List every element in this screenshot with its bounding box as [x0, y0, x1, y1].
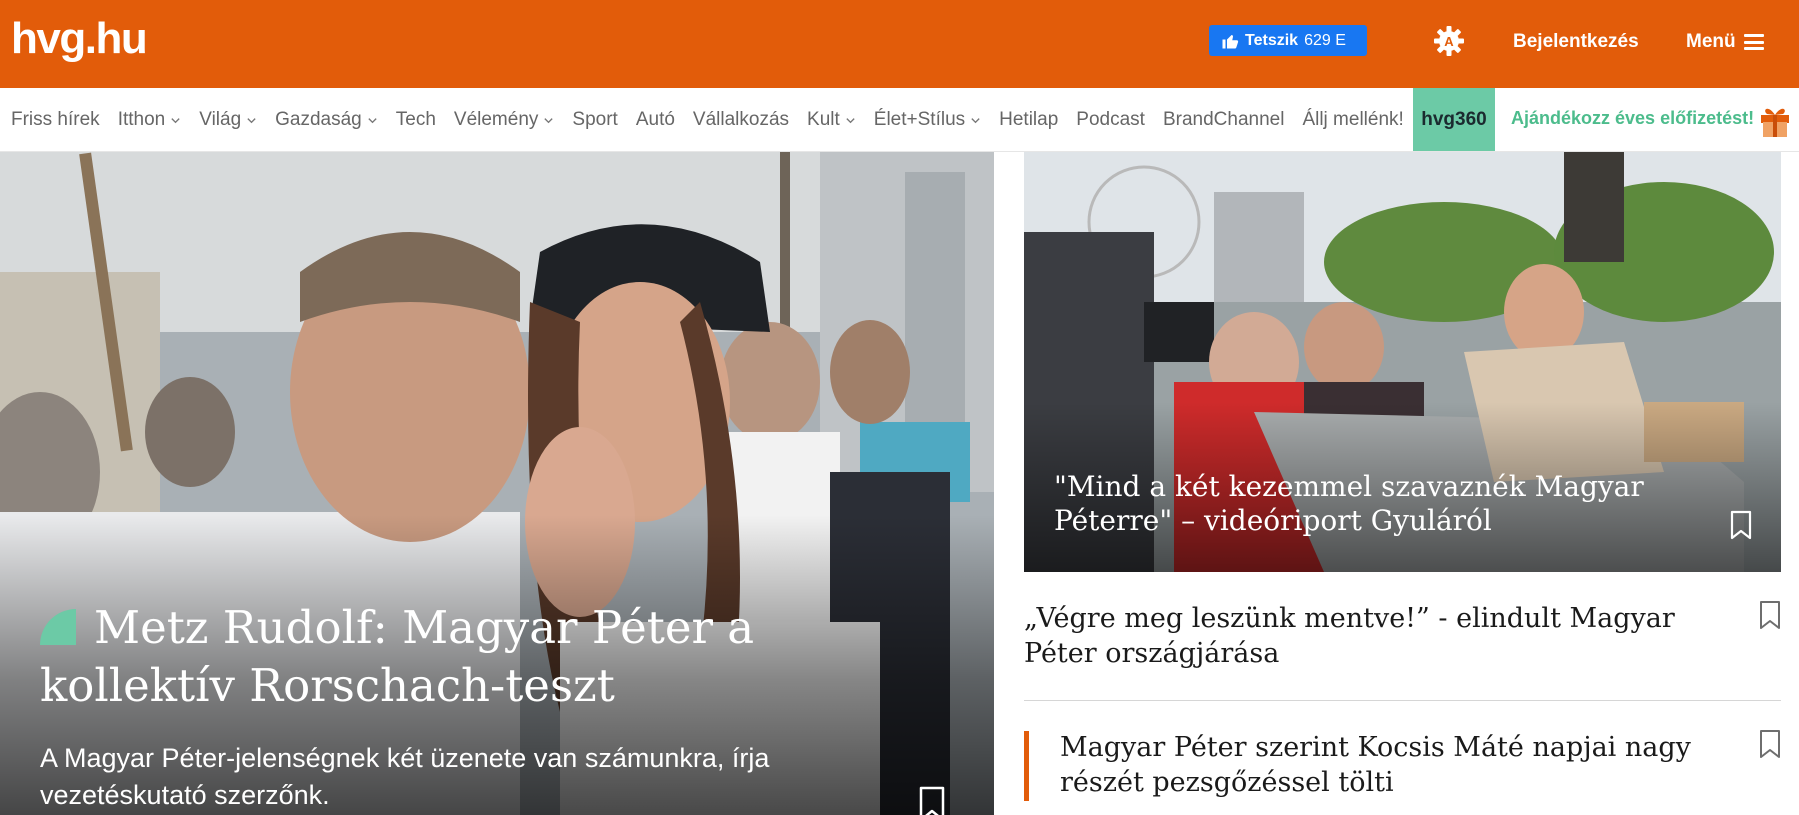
nav-item-label: BrandChannel — [1162, 108, 1285, 130]
bookmark-icon[interactable] — [1730, 510, 1752, 540]
svg-text:A: A — [1444, 34, 1454, 49]
nav-item-kult[interactable]: Kult — [798, 109, 865, 131]
article-headline[interactable]: Magyar Péter szerint Kocsis Máté napjai … — [1060, 730, 1750, 800]
lead-article-lead: A Magyar Péter-jelenségnek két üzenete v… — [40, 743, 770, 810]
bookmark-icon[interactable] — [918, 786, 946, 815]
gift-icon[interactable] — [1758, 102, 1792, 138]
top-bar: hvg.hu Tetszik 629 E A Bejelentkezés Men… — [0, 0, 1799, 88]
nav-item-élet-stílus[interactable]: Élet+Stílus — [865, 109, 990, 131]
article-headline[interactable]: „Végre meg leszünk mentve!” - elindult M… — [1024, 601, 1744, 671]
nav-item-label: Hetilap — [999, 108, 1059, 130]
like-count: 629 E — [1304, 31, 1346, 49]
featured-video-title[interactable]: "Mind a két kezemmel szavaznék Magyar Pé… — [1054, 470, 1734, 538]
featured-video-article[interactable]: "Mind a két kezemmel szavaznék Magyar Pé… — [1024, 152, 1781, 572]
category-nav: Friss hírek Itthon Világ Gazdaság Tech Vélemé… — [0, 88, 1799, 152]
nav-item-hetilap[interactable]: Hetilap — [990, 109, 1067, 131]
chevron-down-icon — [368, 118, 377, 124]
hvg360-link[interactable]: hvg360 — [1413, 88, 1495, 151]
nav-item-tech[interactable]: Tech — [387, 109, 445, 131]
nav-item-világ[interactable]: Világ — [190, 109, 266, 131]
login-link[interactable]: Bejelentkezés — [1513, 31, 1639, 53]
site-logo[interactable]: hvg.hu — [11, 14, 148, 64]
nav-item-label: Gazdaság — [275, 108, 362, 130]
chevron-down-icon — [171, 118, 180, 124]
nav-item-sport[interactable]: Sport — [563, 109, 626, 131]
nav-item-podcast[interactable]: Podcast — [1067, 109, 1154, 131]
lead-article[interactable]: Metz Rudolf: Magyar Péter a kollektív Ro… — [0, 152, 994, 815]
nav-item-itthon[interactable]: Itthon — [109, 109, 191, 131]
nav-item-label: Autó — [635, 108, 675, 130]
article-divider — [1024, 700, 1781, 701]
chevron-down-icon — [247, 118, 256, 124]
chevron-down-icon — [846, 118, 855, 124]
nav-item-label: Vállalkozás — [692, 108, 790, 130]
nav-item-label: Világ — [199, 108, 242, 130]
nav-item-label: Podcast — [1076, 108, 1145, 130]
bookmark-icon[interactable] — [1759, 600, 1781, 630]
chevron-down-icon — [971, 118, 980, 124]
nav-item-label: Tech — [395, 108, 436, 130]
lead-article-title-text: Metz Rudolf: Magyar Péter a kollektív Ro… — [40, 601, 755, 712]
nav-item-gazdaság[interactable]: Gazdaság — [266, 109, 387, 131]
nav-item-label: Friss hírek — [11, 108, 100, 130]
nav-item-label: Itthon — [117, 108, 166, 130]
nav-item-autó[interactable]: Autó — [627, 109, 684, 131]
nav-item-állj-mellénk[interactable]: Állj mellénk! — [1293, 109, 1412, 131]
chevron-down-icon — [544, 118, 554, 124]
bookmark-icon[interactable] — [1759, 729, 1781, 759]
nav-item-label: Kult — [807, 108, 840, 130]
menu-button[interactable]: Menü — [1686, 31, 1764, 53]
article-accent-bar — [1024, 731, 1029, 801]
nav-item-vélemény[interactable]: Vélemény — [445, 109, 564, 131]
nav-list: Friss hírek Itthon Világ Gazdaság Tech Vélemé… — [0, 88, 1413, 151]
nav-item-friss-hírek[interactable]: Friss hírek — [0, 109, 109, 131]
nav-item-label: Vélemény — [453, 108, 539, 130]
thumbs-up-icon — [1222, 34, 1239, 48]
nav-item-label: Állj mellénk! — [1302, 108, 1404, 130]
nav-item-label: Élet+Stílus — [873, 108, 966, 130]
like-label: Tetszik — [1245, 31, 1299, 49]
lead-article-title[interactable]: Metz Rudolf: Magyar Péter a kollektív Ro… — [40, 599, 860, 715]
facebook-like-button[interactable]: Tetszik 629 E — [1209, 25, 1367, 56]
accessibility-settings-icon[interactable]: A — [1433, 25, 1465, 57]
hamburger-icon — [1743, 34, 1764, 50]
nav-item-label: Sport — [572, 108, 618, 130]
gift-subscription-link[interactable]: Ajándékozz éves előfizetést! — [1511, 108, 1754, 129]
nav-item-brandchannel[interactable]: BrandChannel — [1154, 109, 1293, 131]
menu-label: Menü — [1686, 31, 1736, 52]
nav-item-vállalkozás[interactable]: Vállalkozás — [684, 109, 798, 131]
category-tag-icon — [40, 609, 76, 645]
